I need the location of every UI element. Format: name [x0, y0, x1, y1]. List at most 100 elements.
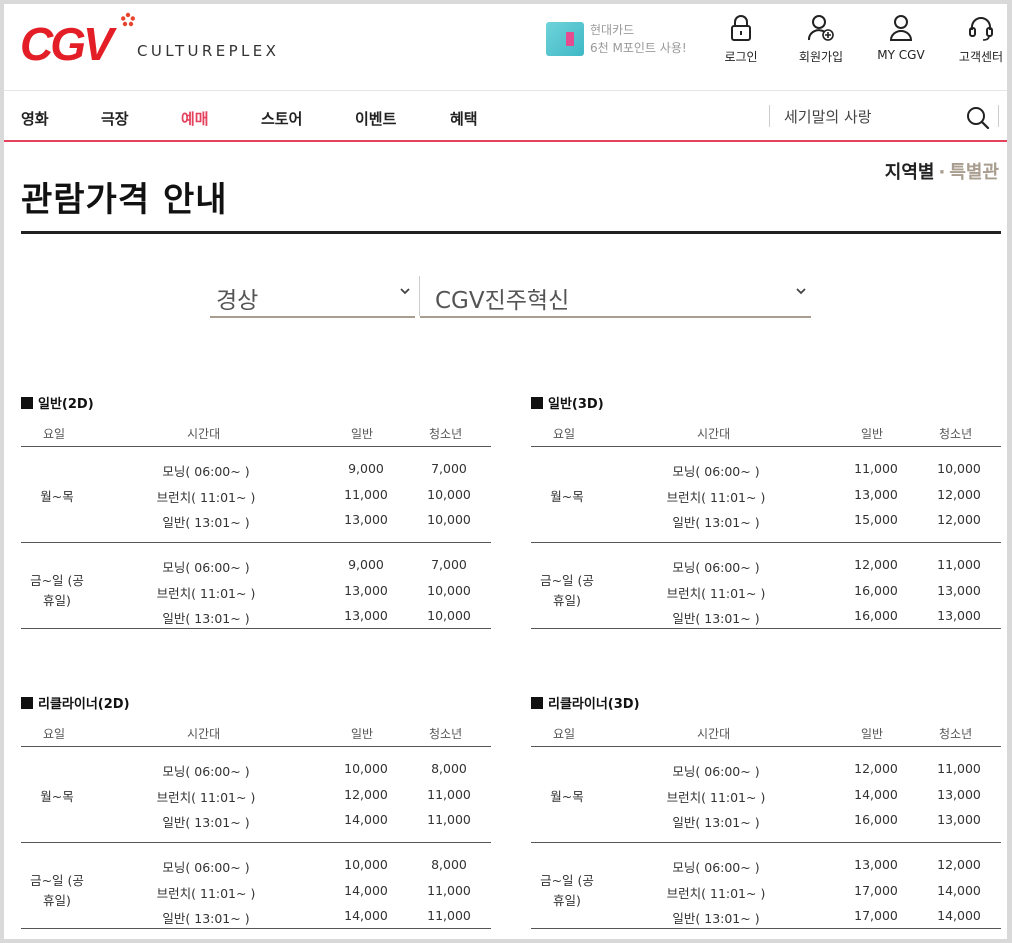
nav-underline [4, 140, 1007, 142]
time-slot: 일반( 13:01~ ) [162, 911, 250, 926]
youth-price: 11,000 [427, 882, 471, 898]
table-row: 브런치( 11:01~ ) 13,000 12,000 [531, 487, 1001, 511]
youth-price: 13,000 [937, 786, 981, 802]
nav-theater[interactable]: 극장 [101, 108, 129, 129]
table-row: 브런치( 11:01~ ) 12,000 11,000 [21, 787, 491, 811]
general-price: 9,000 [348, 557, 384, 572]
page-title: 관람가격 안내 [21, 180, 228, 220]
main-nav: 영화 극장 예매 스토어 이벤트 혜택 [4, 91, 1007, 141]
general-price: 16,000 [854, 582, 898, 598]
cgv-logo[interactable]: CGV [18, 12, 138, 68]
price-table-title: 리클라이너(2D) [21, 693, 491, 713]
nav-store[interactable]: 스토어 [261, 108, 302, 129]
table-row: 모닝( 06:00~ ) 9,000 7,000 [21, 461, 491, 485]
general-price: 12,000 [854, 761, 898, 776]
general-price: 12,000 [344, 786, 388, 802]
column-header-time: 시간대 [697, 727, 731, 741]
nav-event[interactable]: 이벤트 [355, 108, 396, 129]
column-header-day: 요일 [43, 727, 66, 741]
search-divider-right [998, 105, 999, 127]
table-row: 브런치( 11:01~ ) 14,000 11,000 [21, 883, 491, 907]
signup-link[interactable]: 회원가입 [786, 14, 856, 65]
table-header: 요일 시간대 일반 청소년 [531, 417, 1001, 447]
time-slot: 브런치( 11:01~ ) [666, 489, 766, 505]
day-group: 금~일 (공 휴일) 모닝( 06:00~ ) 10,000 8,000 브런치( 11:… [21, 843, 491, 929]
column-header-youth: 청소년 [429, 727, 463, 741]
column-header-youth: 청소년 [429, 427, 463, 441]
youth-price: 7,000 [431, 557, 467, 572]
general-price: 16,000 [854, 812, 898, 827]
youth-price: 7,000 [431, 461, 467, 476]
time-slot: 브런치( 11:01~ ) [666, 789, 766, 805]
customer-center-link[interactable]: 고객센터 [946, 14, 1007, 65]
toggle-separator: · [938, 162, 946, 183]
time-slot: 브런치( 11:01~ ) [156, 585, 256, 601]
page-frame: CGV CULTUREPLEX 현대카드 6천 M포인트 사용! 로그인 회원가… [4, 4, 1007, 939]
time-slot: 브런치( 11:01~ ) [156, 489, 256, 505]
chevron-down-icon [400, 288, 410, 295]
general-price: 11,000 [854, 461, 898, 476]
table-row: 모닝( 06:00~ ) 11,000 10,000 [531, 461, 1001, 485]
table-row: 모닝( 06:00~ ) 9,000 7,000 [21, 557, 491, 581]
column-header-general: 일반 [861, 727, 884, 741]
search-icon[interactable] [966, 106, 990, 130]
toggle-special[interactable]: 특별관 [949, 162, 999, 183]
time-slot: 모닝( 06:00~ ) [162, 464, 250, 479]
login-link[interactable]: 로그인 [706, 14, 776, 65]
youth-price: 11,000 [427, 812, 471, 827]
general-price: 12,000 [854, 557, 898, 572]
youth-price: 11,000 [427, 908, 471, 923]
youth-price: 11,000 [427, 786, 471, 802]
day-group: 금~일 (공 휴일) 모닝( 06:00~ ) 13,000 12,000 브런치( 11… [531, 843, 1001, 929]
youth-price: 14,000 [937, 908, 981, 923]
table-row: 일반( 13:01~ ) 16,000 13,000 [531, 608, 1001, 632]
table-row: 모닝( 06:00~ ) 12,000 11,000 [531, 761, 1001, 785]
time-slot: 모닝( 06:00~ ) [162, 764, 250, 779]
time-slot: 모닝( 06:00~ ) [162, 560, 250, 575]
nav-movie[interactable]: 영화 [21, 108, 49, 129]
column-header-day: 요일 [43, 427, 66, 441]
time-slot: 일반( 13:01~ ) [162, 515, 250, 530]
view-toggle: 지역별 · 특별관 [885, 158, 999, 184]
theater-select[interactable]: CGV진주혁신 [420, 276, 811, 318]
general-price: 17,000 [854, 882, 898, 898]
table-row: 브런치( 11:01~ ) 17,000 14,000 [531, 883, 1001, 907]
time-slot: 일반( 13:01~ ) [162, 611, 250, 626]
day-group: 금~일 (공 휴일) 모닝( 06:00~ ) 12,000 11,000 브런치( 11… [531, 543, 1001, 629]
price-table-title-text: 일반(3D) [548, 397, 604, 412]
region-select[interactable]: 경상 [210, 276, 415, 318]
time-slot: 일반( 13:01~ ) [672, 515, 760, 530]
price-table-title: 일반(2D) [21, 393, 491, 413]
time-slot: 브런치( 11:01~ ) [156, 885, 256, 901]
table-header: 요일 시간대 일반 청소년 [21, 717, 491, 747]
headset-icon [969, 17, 993, 41]
time-slot: 일반( 13:01~ ) [672, 611, 760, 626]
table-row: 모닝( 06:00~ ) 13,000 12,000 [531, 857, 1001, 881]
youth-price: 10,000 [427, 512, 471, 527]
ad-line-2: 6천 M포인트 사용! [590, 41, 687, 55]
general-price: 15,000 [854, 512, 898, 527]
nav-booking[interactable]: 예매 [181, 108, 209, 129]
youth-price: 8,000 [431, 761, 467, 776]
nav-benefit[interactable]: 혜택 [450, 108, 478, 129]
youth-price: 14,000 [937, 882, 981, 898]
table-row: 일반( 13:01~ ) 13,000 10,000 [21, 608, 491, 632]
general-price: 10,000 [344, 857, 388, 872]
time-slot: 모닝( 06:00~ ) [162, 860, 250, 875]
cgv-logo-mark: CGV [20, 12, 135, 68]
price-table: 리클라이너(3D) 요일 시간대 일반 청소년 월~목 모닝( 06:00~ ) 12,000… [531, 693, 1001, 929]
my-cgv-link[interactable]: MY CGV [866, 14, 936, 62]
column-header-general: 일반 [351, 727, 374, 741]
column-header-general: 일반 [861, 427, 884, 441]
table-row: 일반( 13:01~ ) 13,000 10,000 [21, 512, 491, 536]
toggle-region[interactable]: 지역별 [885, 162, 935, 183]
search-input[interactable] [784, 103, 954, 129]
card-ad-banner[interactable]: 현대카드 6천 M포인트 사용! [546, 18, 687, 62]
time-slot: 일반( 13:01~ ) [672, 911, 760, 926]
price-table-title-text: 리클라이너(3D) [548, 697, 640, 712]
search-divider [769, 105, 770, 127]
general-price: 9,000 [348, 461, 384, 476]
time-slot: 일반( 13:01~ ) [672, 815, 760, 830]
time-slot: 모닝( 06:00~ ) [672, 464, 760, 479]
table-row: 일반( 13:01~ ) 16,000 13,000 [531, 812, 1001, 836]
